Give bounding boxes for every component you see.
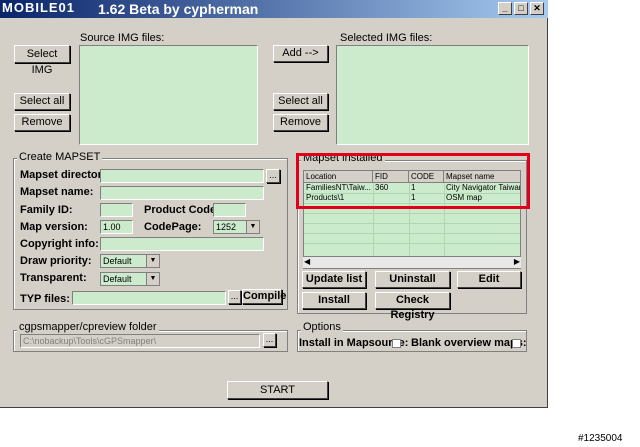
transparent-label: Transparent: (20, 272, 87, 284)
install-button[interactable]: Install (302, 292, 366, 309)
product-code-label: Product Code: (144, 204, 220, 216)
codepage-label: CodePage: (144, 221, 202, 233)
transparent-select[interactable]: Default ▼ (100, 272, 160, 286)
start-button[interactable]: START (227, 381, 328, 399)
codepage-select[interactable]: 1252 ▼ (213, 220, 260, 234)
window-title: 1.62 Beta by cypherman (98, 1, 259, 17)
highlight-annotation (296, 153, 530, 209)
update-list-button[interactable]: Update list (302, 271, 366, 288)
blank-overview-maps-checkbox[interactable] (512, 339, 521, 348)
chevron-down-icon[interactable]: ▼ (146, 273, 159, 285)
install-in-mapsource-checkbox[interactable] (392, 339, 401, 348)
uninstall-button[interactable]: Uninstall (375, 271, 450, 288)
chevron-down-icon[interactable]: ▼ (146, 255, 159, 267)
app-window: MOBILE01 1.62 Beta by cypherman _ □ ✕ So… (0, 0, 548, 408)
chevron-down-icon[interactable]: ▼ (246, 221, 259, 233)
title-bar: MOBILE01 1.62 Beta by cypherman _ □ ✕ (0, 0, 548, 18)
map-version-input[interactable]: 1.00 (100, 220, 133, 234)
product-code-input[interactable] (213, 203, 246, 217)
mapset-directory-label: Mapset directory: (20, 169, 112, 181)
mobile01-logo: MOBILE01 (2, 0, 76, 15)
create-mapset-title: Create MAPSET (17, 151, 103, 163)
maximize-icon[interactable]: □ (514, 2, 528, 15)
minimize-icon[interactable]: _ (498, 2, 512, 15)
image-id-watermark: #1235004 (578, 433, 623, 444)
close-icon[interactable]: ✕ (530, 2, 544, 15)
map-version-label: Map version: (20, 221, 88, 233)
table-horizontal-scrollbar[interactable]: ◀ ▶ (303, 256, 521, 268)
select-img-button[interactable]: Select IMG (14, 45, 70, 76)
mapset-directory-input[interactable] (100, 169, 264, 183)
remove-left-button[interactable]: Remove (14, 114, 70, 131)
select-all-right-button[interactable]: Select all (273, 93, 328, 110)
scroll-left-icon[interactable]: ◀ (304, 257, 310, 267)
scroll-right-icon[interactable]: ▶ (514, 257, 520, 267)
selected-files-label: Selected IMG files: (340, 32, 433, 44)
codepage-value: 1252 (216, 222, 237, 232)
draw-priority-label: Draw priority: (20, 255, 92, 267)
options-title: Options (301, 321, 343, 333)
selected-files-list[interactable] (336, 45, 529, 145)
blank-overview-maps-label: Blank overview maps: (411, 337, 527, 349)
copyright-info-input[interactable] (100, 237, 264, 251)
check-registry-button[interactable]: Check Registry (375, 292, 450, 321)
cgpsmapper-folder-title: cgpsmapper/cpreview folder (17, 321, 159, 333)
typ-files-browse-button[interactable]: ... (228, 290, 241, 304)
cgpsmapper-browse-button[interactable]: ... (263, 333, 276, 347)
family-id-label: Family ID: (20, 204, 73, 216)
copyright-info-label: Copyright info: (20, 238, 99, 250)
source-files-list[interactable] (79, 45, 258, 145)
mapset-directory-browse-button[interactable]: ... (266, 169, 280, 183)
draw-priority-select[interactable]: Default ▼ (100, 254, 160, 268)
add-button[interactable]: Add --> (273, 45, 328, 62)
select-all-left-button[interactable]: Select all (14, 93, 70, 110)
draw-priority-value: Default (103, 256, 132, 266)
typ-files-input[interactable] (72, 291, 226, 305)
cgpsmapper-path-input[interactable]: C:\nobackup\Tools\cGPSmapper\ (20, 334, 260, 348)
source-files-label: Source IMG files: (80, 32, 165, 44)
mapset-name-label: Mapset name: (20, 186, 94, 198)
remove-right-button[interactable]: Remove (273, 114, 328, 131)
edit-button[interactable]: Edit (457, 271, 521, 288)
typ-files-label: TYP files: (20, 293, 70, 305)
family-id-input[interactable] (100, 203, 133, 217)
mapset-name-input[interactable] (100, 186, 264, 200)
compile-button[interactable]: Compile (242, 289, 286, 304)
transparent-value: Default (103, 274, 132, 284)
